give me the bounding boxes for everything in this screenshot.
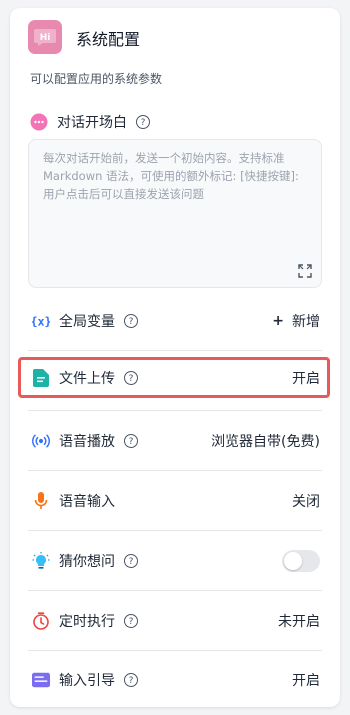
svg-text:{x}: {x}	[32, 314, 50, 328]
row-voice-playback[interactable]: 语音播放 ? 浏览器自带(免费)	[28, 411, 322, 471]
expand-icon[interactable]	[298, 264, 312, 278]
microphone-icon	[32, 491, 50, 510]
schedule-value[interactable]: 未开启	[278, 611, 320, 631]
guess-toggle[interactable]	[282, 549, 320, 572]
svg-text:Hi: Hi	[40, 33, 51, 43]
help-icon[interactable]: ?	[136, 115, 150, 129]
voice-playback-value[interactable]: 浏览器自带(免费)	[211, 431, 320, 451]
opening-textarea[interactable]: 每次对话开始前，发送一个初始内容。支持标准 Markdown 语法，可使用的额外…	[28, 139, 322, 288]
file-upload-label: 文件上传	[59, 370, 115, 387]
app-avatar-icon: Hi	[28, 20, 62, 54]
schedule-label: 定时执行	[59, 613, 115, 630]
row-schedule[interactable]: 定时执行 ? 未开启	[28, 591, 322, 651]
row-guess-question: 猜你想问 ?	[28, 531, 322, 591]
toggle-knob	[284, 551, 302, 570]
system-config-panel: Hi 系统配置 可以配置应用的系统参数 对话开场白 ? 每次对话开始前，发送一个…	[10, 8, 340, 707]
lightbulb-icon	[32, 551, 50, 570]
voice-input-value[interactable]: 关闭	[292, 491, 320, 511]
input-guide-label: 输入引导	[59, 673, 115, 689]
file-upload-value[interactable]: 开启	[292, 368, 320, 388]
opening-label: 对话开场白	[57, 115, 127, 131]
config-rows: {x} 全局变量 ? + 新增 文件上传	[18, 291, 330, 709]
input-guide-icon	[32, 671, 50, 689]
help-icon[interactable]: ?	[124, 673, 138, 687]
variables-label: 全局变量	[59, 313, 115, 330]
add-variable-button[interactable]: + 新增	[272, 311, 320, 331]
add-variable-label: 新增	[292, 313, 320, 330]
row-voice-input[interactable]: 语音输入 关闭	[28, 471, 322, 531]
opening-section-title: 对话开场白 ?	[30, 112, 150, 132]
row-input-guide[interactable]: 输入引导 ? 开启	[28, 651, 322, 709]
plus-icon: +	[272, 312, 284, 329]
page-title: 系统配置	[76, 30, 141, 49]
help-icon[interactable]: ?	[124, 613, 138, 628]
help-icon[interactable]: ?	[124, 313, 138, 328]
broadcast-icon	[32, 432, 50, 450]
row-file-upload[interactable]: 文件上传 ? 开启	[18, 351, 330, 411]
guess-label: 猜你想问	[59, 553, 115, 570]
opening-placeholder: 每次对话开始前，发送一个初始内容。支持标准 Markdown 语法，可使用的额外…	[43, 151, 299, 201]
help-icon[interactable]: ?	[124, 553, 138, 568]
help-icon[interactable]: ?	[124, 433, 138, 448]
voice-playback-label: 语音播放	[59, 433, 115, 450]
voice-input-label: 语音输入	[59, 493, 115, 510]
row-global-variables: {x} 全局变量 ? + 新增	[28, 291, 322, 351]
file-icon	[32, 368, 50, 387]
input-guide-value[interactable]: 开启	[292, 670, 320, 690]
timer-icon	[32, 611, 50, 630]
page-subtitle: 可以配置应用的系统参数	[30, 72, 163, 86]
chat-bubble-icon	[30, 113, 48, 131]
variable-icon: {x}	[32, 312, 50, 330]
help-icon[interactable]: ?	[124, 370, 138, 385]
